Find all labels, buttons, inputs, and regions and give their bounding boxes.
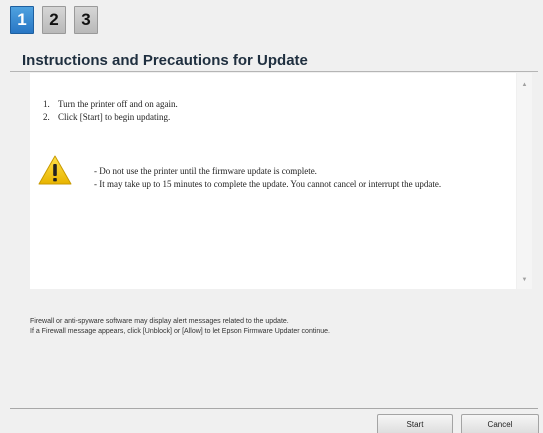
step-1: 1 [10,6,34,34]
notice-line: Firewall or anti-spyware software may di… [30,318,289,325]
instruction-number: 2. [43,112,50,122]
instruction-item: 1. Turn the printer off and on again. [43,98,178,111]
warning-line: - It may take up to 15 minutes to comple… [94,179,442,189]
instruction-text: Click [Start] to begin updating. [58,112,171,122]
instruction-number: 1. [43,99,50,109]
firewall-notice: Firewall or anti-spyware software may di… [30,317,330,337]
warning-line: - Do not use the printer until the firmw… [94,166,317,176]
step-2: 2 [42,6,66,34]
notice-line: If a Firewall message appears, click [Un… [30,328,330,335]
instructions-scrollbar[interactable]: ▲ ▼ [517,73,532,289]
step-3: 3 [74,6,98,34]
warning-triangle-icon [38,155,72,185]
instruction-text: Turn the printer off and on again. [58,99,178,109]
cancel-button[interactable]: Cancel [461,414,539,433]
warning-text: - Do not use the printer until the firmw… [94,165,441,191]
start-button[interactable]: Start [377,414,453,433]
page-title: Instructions and Precautions for Update [22,52,308,69]
title-divider [10,71,538,72]
scroll-up-arrow-icon[interactable]: ▲ [517,77,532,92]
scroll-down-arrow-icon[interactable]: ▼ [517,272,532,287]
updater-window: { "steps": [ {"label": "1", "state": "ac… [0,0,543,433]
footer-divider [10,408,538,409]
instruction-list: 1. Turn the printer off and on again. 2.… [43,98,178,124]
step-indicator: 1 2 3 [10,6,98,34]
instruction-item: 2. Click [Start] to begin updating. [43,111,178,124]
